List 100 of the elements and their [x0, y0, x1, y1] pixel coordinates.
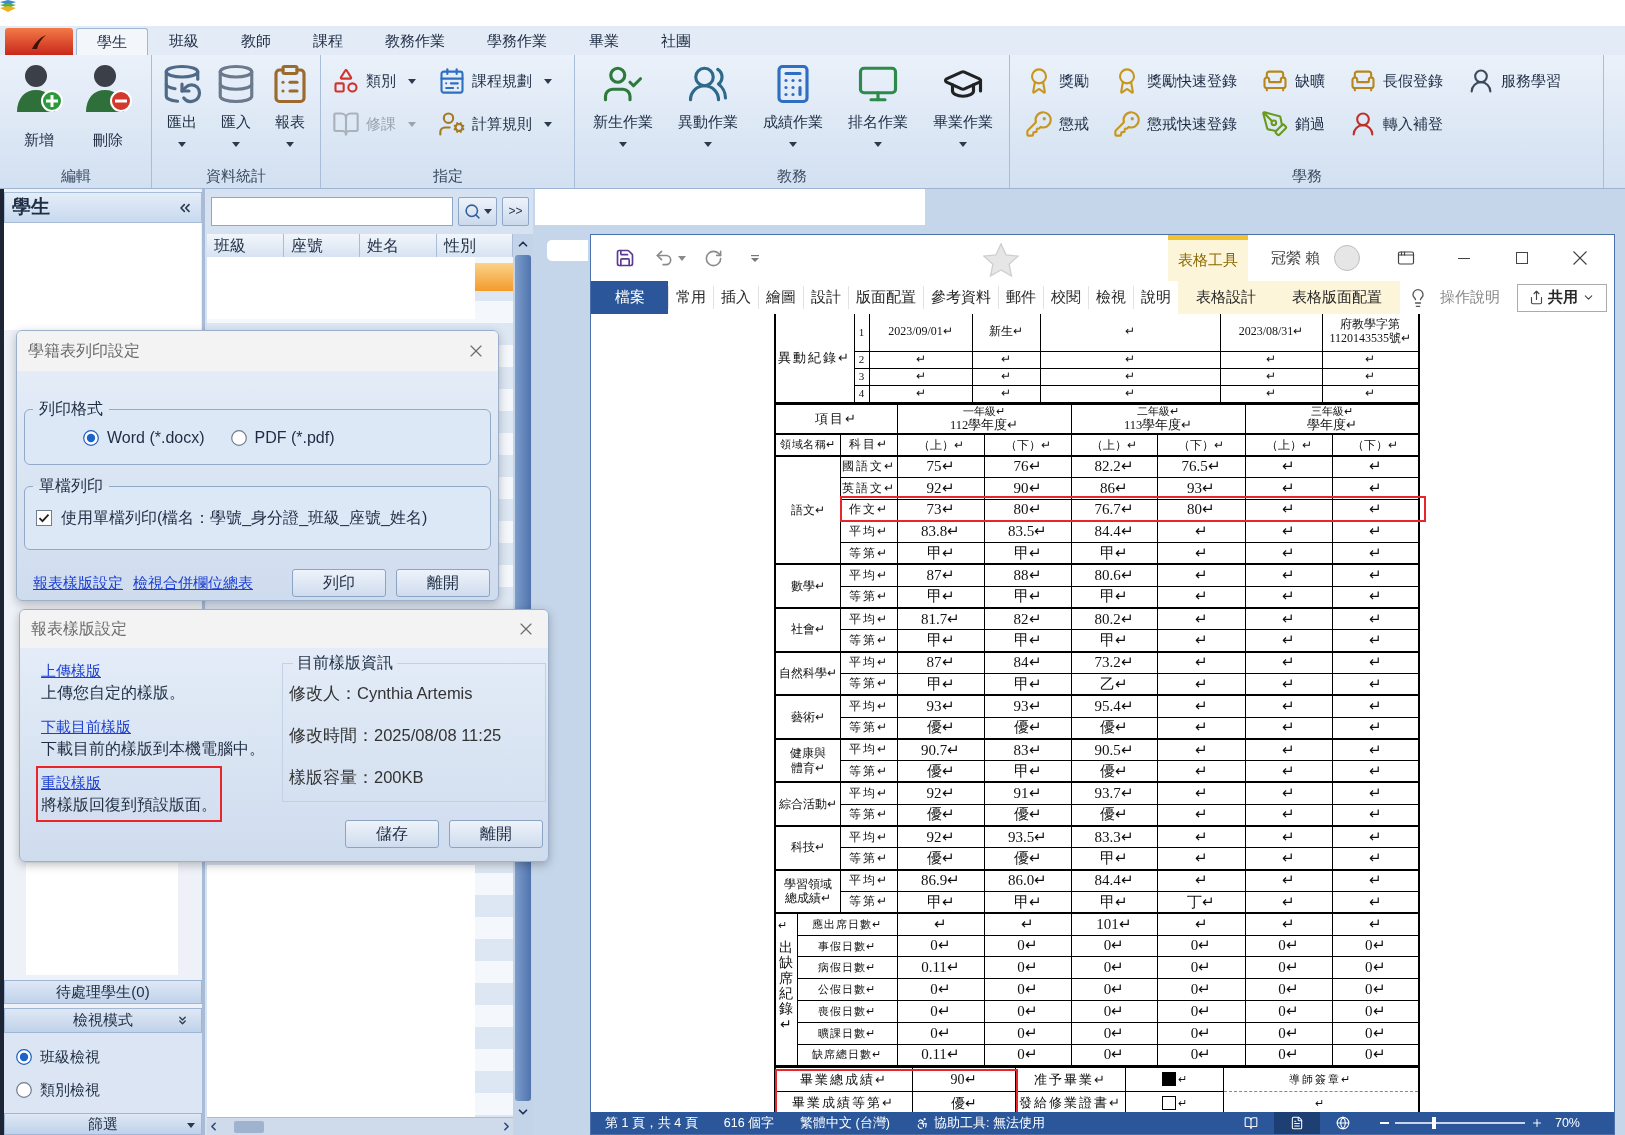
ribbon-button[interactable]: 服務學習	[1467, 65, 1561, 97]
ribbon-button[interactable]: 畢業作業	[923, 55, 1003, 159]
checkbox-label: 使用單檔列印(檔名：學號_身分證_班級_座號_姓名)	[61, 508, 428, 528]
table-cell: 0↵	[1245, 956, 1333, 979]
ribbon-button[interactable]: 計算規則	[438, 108, 552, 140]
radio-button[interactable]	[16, 1049, 32, 1066]
table-cell: 病假日數↵	[797, 956, 897, 979]
ribbon-button[interactable]: 獎勵快速登錄	[1113, 65, 1237, 97]
link[interactable]: 檢視合併欄位總表	[133, 571, 253, 595]
ribbon-tab[interactable]: 課程	[292, 28, 364, 55]
ribbon-button[interactable]: 長假登錄	[1349, 65, 1443, 97]
table-cell: 92↵	[897, 782, 984, 805]
more-button[interactable]: >>	[502, 196, 529, 226]
ribbon-tab[interactable]: 繪圖	[758, 286, 803, 309]
ribbon-tab[interactable]: 表格版面配置	[1274, 281, 1400, 314]
ribbon-tab[interactable]: 學生	[76, 28, 148, 55]
link[interactable]: 下載目前樣版	[41, 716, 131, 738]
tell-me-search[interactable]: 操作說明	[1440, 286, 1500, 309]
search-field[interactable]	[211, 196, 453, 226]
ribbon-tab[interactable]: 校閱	[1043, 286, 1088, 309]
cell-text: ↵	[777, 918, 787, 934]
cell-text: 學年度↵	[1306, 417, 1357, 432]
expand-icon[interactable]	[176, 1014, 189, 1027]
checkbox[interactable]	[36, 510, 52, 526]
search-button[interactable]	[458, 196, 497, 226]
view-button[interactable]	[1273, 1112, 1320, 1134]
undo-icon[interactable]	[654, 248, 674, 268]
ribbon-button[interactable]: 課程規劃	[438, 65, 552, 97]
app-menu-button[interactable]	[5, 28, 73, 55]
share-button[interactable]: 共用	[1517, 283, 1607, 312]
ribbon-button[interactable]: 異動作業	[668, 55, 748, 159]
ribbon-button[interactable]: 匯入	[211, 55, 261, 159]
table-cell: 0↵	[1157, 956, 1246, 979]
ribbon-button[interactable]: 懲戒快速登錄	[1113, 108, 1237, 140]
ribbon-tab[interactable]: 版面配置	[848, 286, 923, 309]
ribbon-tab[interactable]: 參考資料	[923, 286, 998, 309]
customize-caret-icon[interactable]	[751, 254, 759, 262]
ribbon-button[interactable]: 成績作業	[753, 55, 833, 159]
ribbon-button[interactable]: 獎勵	[1025, 65, 1089, 97]
dialog-button[interactable]: 儲存	[345, 820, 439, 848]
dialog-button[interactable]: 離開	[449, 820, 543, 848]
key-icon	[1025, 110, 1053, 138]
ribbon-button[interactable]: 匯出	[157, 55, 207, 159]
link[interactable]: 報表樣版設定	[33, 571, 123, 595]
ribbon-button[interactable]: 懲戒	[1025, 108, 1089, 140]
radio-button[interactable]	[83, 430, 99, 446]
ribbon-tab[interactable]: 畢業	[568, 28, 640, 55]
link[interactable]: 上傳樣版	[41, 660, 101, 682]
link[interactable]: 重設樣版	[41, 772, 101, 794]
column-header[interactable]: 座號	[283, 234, 360, 257]
ribbon-tab[interactable]: 表格設計	[1178, 281, 1274, 314]
save-icon[interactable]	[615, 248, 635, 268]
ribbon-tab[interactable]: 常用	[668, 286, 713, 309]
table-cell: 平均↵	[840, 520, 897, 543]
zoom-in-icon[interactable]	[1530, 1117, 1543, 1129]
table-cell: 93.5↵	[984, 826, 1072, 848]
ribbon-tab[interactable]: 檢視	[1088, 286, 1133, 309]
dialog-button[interactable]: 列印	[292, 569, 386, 597]
radio-button[interactable]	[230, 430, 247, 446]
ribbon-button[interactable]: 銷過	[1261, 108, 1325, 140]
ribbon-tab[interactable]: 檔案	[591, 281, 668, 314]
horizontal-scrollbar[interactable]	[207, 1117, 513, 1135]
table-cell: 92↵	[897, 826, 984, 848]
ribbon-tab[interactable]: 教師	[220, 28, 292, 55]
table-cell: ↵	[1245, 869, 1333, 892]
pending-students-button[interactable]: 待處理學生(0)	[4, 980, 202, 1004]
ribbon-button[interactable]: 報表	[265, 55, 315, 159]
ribbon-tab[interactable]: 班級	[148, 28, 220, 55]
column-header[interactable]: 性別	[436, 234, 513, 257]
ribbon-button[interactable]: 排名作業	[838, 55, 918, 159]
ribbon-tab[interactable]: 學務作業	[466, 28, 568, 55]
info-text: 修改時間：2025/08/08 11:25	[289, 725, 503, 746]
ribbon-tab[interactable]: 教務作業	[364, 28, 466, 55]
ribbon-button[interactable]: 新增	[8, 55, 70, 159]
ribbon-tab[interactable]: 設計	[803, 286, 848, 309]
ribbon-button[interactable]: 轉入補登	[1349, 108, 1443, 140]
filter-bar[interactable]: 篩選	[4, 1113, 202, 1135]
ribbon-tab[interactable]: 插入	[713, 286, 758, 309]
table-cell: 0↵	[1245, 935, 1333, 957]
ribbon-button[interactable]: 缺曠	[1261, 65, 1325, 97]
table-cell: ↵	[1245, 477, 1333, 500]
table-cell: ↵	[984, 913, 1072, 936]
table-cell: 87↵	[897, 564, 984, 587]
table-cell: ↵	[1245, 608, 1333, 630]
column-header[interactable]: 班級	[207, 234, 284, 257]
table-cell: 公假日數↵	[797, 978, 897, 1001]
table-cell: 81.7↵	[897, 608, 984, 630]
ribbon-tab[interactable]: 社團	[640, 28, 712, 55]
dialog-button[interactable]: 離開	[396, 569, 490, 597]
ribbon-tab[interactable]: 郵件	[998, 286, 1043, 309]
table-cell: 76.5↵	[1157, 455, 1246, 478]
group-label: 單檔列印	[38, 477, 104, 495]
ribbon-button[interactable]: 新生作業	[583, 55, 663, 159]
column-header[interactable]: 姓名	[360, 234, 437, 257]
ribbon-button[interactable]: 刪除	[77, 55, 139, 159]
ribbon-button[interactable]: 類別	[332, 65, 416, 97]
redo-icon[interactable]	[704, 248, 723, 268]
radio-button[interactable]	[16, 1081, 32, 1098]
slider-thumb[interactable]	[1431, 1117, 1436, 1129]
radio-label: 班級檢視	[40, 1047, 100, 1067]
